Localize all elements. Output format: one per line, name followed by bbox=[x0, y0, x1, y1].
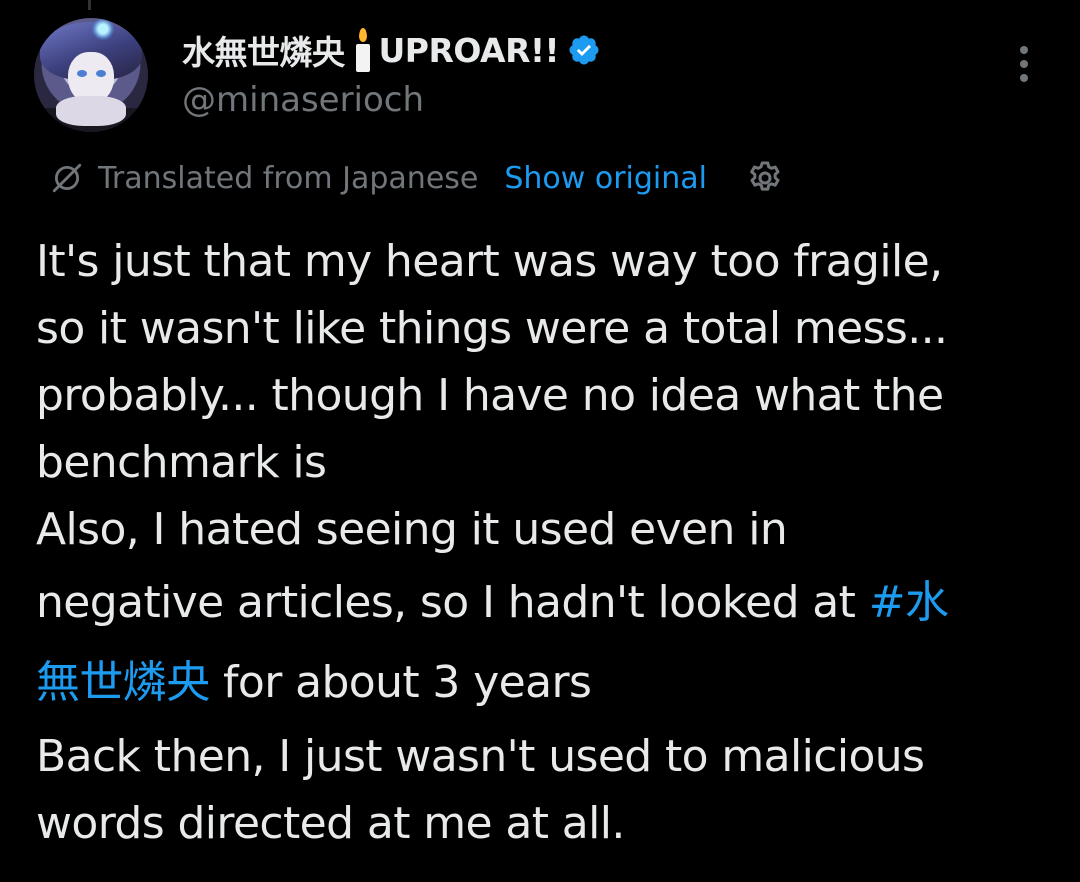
tweet-line: It's just that my heart was way too frag… bbox=[36, 236, 943, 287]
more-options-icon[interactable] bbox=[1012, 44, 1036, 84]
translation-label: Translated from Japanese bbox=[98, 160, 479, 196]
author-display-name[interactable]: 水無世燐央 bbox=[182, 26, 345, 74]
tweet-line: 無世燐央 for about 3 years bbox=[36, 643, 1046, 723]
avatar[interactable] bbox=[34, 18, 148, 132]
tweet-line: benchmark is bbox=[36, 437, 327, 488]
show-original-link[interactable]: Show original bbox=[504, 161, 707, 196]
tweet-line: negative articles, so I hadn't looked at… bbox=[36, 563, 1046, 643]
tweet-line: so it wasn't like things were a total me… bbox=[36, 303, 948, 354]
author-handle[interactable]: @minaserioch bbox=[182, 80, 424, 120]
tweet-text-segment: negative articles, so I hadn't looked at bbox=[36, 577, 869, 628]
tweet-text: It's just that my heart was way too frag… bbox=[36, 228, 1046, 857]
tweet-line: probably... though I have no idea what t… bbox=[36, 370, 944, 421]
gear-icon[interactable] bbox=[745, 158, 785, 198]
author-display-name-suffix[interactable]: UPROAR!! bbox=[379, 31, 560, 70]
author-name-row[interactable]: 水無世燐央 UPROAR!! bbox=[182, 26, 601, 74]
tweet-text-segment: for about 3 years bbox=[209, 657, 592, 708]
translate-icon bbox=[52, 163, 82, 193]
candle-icon bbox=[347, 28, 377, 72]
tweet-line: words directed at me at all. bbox=[36, 798, 625, 849]
thread-connector bbox=[88, 0, 91, 10]
hashtag-link-continuation[interactable]: 無世燐央 bbox=[36, 657, 210, 708]
translation-bar: Translated from Japanese Show original bbox=[50, 158, 785, 198]
hashtag-link[interactable]: #水 bbox=[869, 577, 949, 628]
verified-badge-icon[interactable] bbox=[567, 33, 601, 67]
tweet-line: Back then, I just wasn't used to malicio… bbox=[36, 731, 925, 782]
tweet-line: Also, I hated seeing it used even in bbox=[36, 504, 788, 555]
